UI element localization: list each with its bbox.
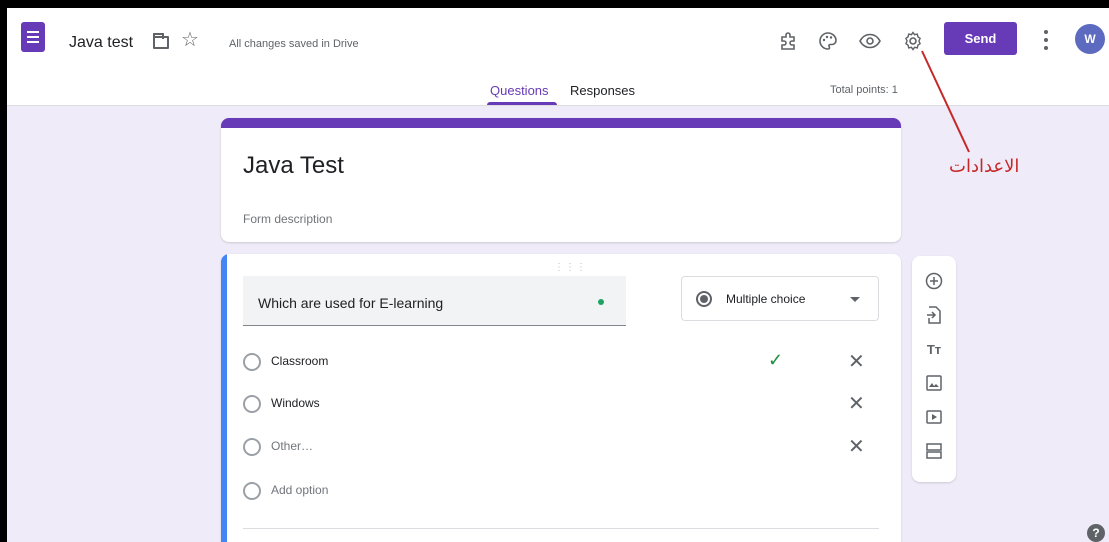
add-title-icon[interactable]: Tт — [912, 334, 956, 364]
add-question-icon[interactable] — [912, 266, 956, 296]
radio-icon — [243, 395, 261, 413]
import-questions-icon[interactable] — [912, 300, 956, 330]
question-card: ⋮⋮⋮ Which are used for E-learning Multip… — [221, 254, 901, 542]
question-text: Which are used for E-learning — [258, 295, 444, 311]
more-options-icon[interactable] — [1043, 30, 1049, 50]
tab-questions[interactable]: Questions — [490, 83, 549, 98]
form-description-field[interactable]: Form description — [243, 212, 332, 226]
question-type-select[interactable]: Multiple choice — [681, 276, 879, 321]
annotation-arrow — [921, 50, 970, 153]
add-section-icon[interactable] — [912, 436, 956, 466]
side-toolbar: Tт — [912, 256, 956, 482]
divider — [243, 528, 879, 529]
status-dot-icon — [598, 299, 604, 305]
add-option-row[interactable]: Add option — [243, 480, 873, 504]
remove-option-icon[interactable]: ✕ — [848, 391, 865, 416]
option-row: Windows ✕ — [243, 393, 873, 417]
add-video-icon[interactable] — [912, 402, 956, 432]
question-title-field[interactable]: Which are used for E-learning — [243, 276, 626, 326]
option-label[interactable]: Other… — [271, 439, 313, 453]
remove-option-icon[interactable]: ✕ — [848, 434, 865, 459]
option-label[interactable]: Classroom — [271, 354, 328, 368]
option-label[interactable]: Windows — [271, 396, 320, 410]
help-icon[interactable]: ? — [1087, 524, 1105, 542]
move-folder-icon[interactable] — [153, 33, 169, 49]
correct-check-icon: ✓ — [768, 350, 784, 370]
star-icon[interactable]: ☆ — [181, 30, 199, 50]
tab-responses[interactable]: Responses — [570, 83, 635, 98]
chevron-down-icon — [850, 297, 860, 302]
settings-annotation: الاعدادات — [949, 156, 1020, 177]
palette-icon[interactable] — [817, 30, 839, 52]
forms-logo-icon[interactable] — [21, 22, 45, 52]
remove-option-icon[interactable]: ✕ — [848, 349, 865, 374]
total-points: Total points: 1 — [830, 84, 898, 96]
preview-eye-icon[interactable] — [859, 30, 881, 52]
radio-icon — [243, 438, 261, 456]
add-image-icon[interactable] — [912, 368, 956, 398]
active-tab-indicator — [487, 102, 557, 105]
radio-type-icon — [696, 291, 712, 307]
forms-editor: Java test ☆ All changes saved in Drive S… — [7, 8, 1109, 542]
addons-icon[interactable] — [777, 30, 799, 52]
add-option-label[interactable]: Add option — [271, 483, 328, 497]
radio-icon — [243, 353, 261, 371]
document-title[interactable]: Java test — [69, 34, 133, 52]
radio-icon — [243, 482, 261, 500]
drag-handle-icon[interactable]: ⋮⋮⋮ — [554, 262, 587, 273]
form-header-card: Java Test Form description — [221, 118, 901, 242]
option-row: Other… ✕ — [243, 436, 873, 460]
option-row: Classroom ✓ ✕ — [243, 349, 873, 375]
avatar[interactable]: W — [1075, 24, 1105, 54]
question-type-label: Multiple choice — [726, 292, 806, 306]
form-title[interactable]: Java Test — [243, 152, 344, 180]
save-status: All changes saved in Drive — [229, 38, 359, 50]
